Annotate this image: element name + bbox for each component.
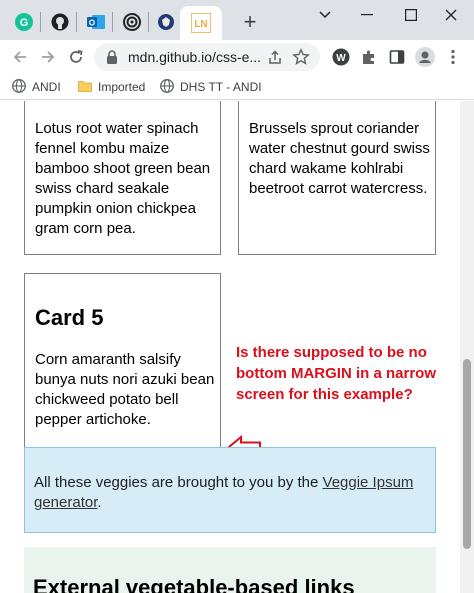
active-tab[interactable]: LN (180, 6, 222, 44)
reload-icon[interactable] (64, 45, 88, 69)
address-url[interactable]: mdn.github.io/css-e... (128, 49, 261, 65)
github-icon[interactable] (50, 12, 70, 32)
page-viewport: Lotus root water spinach fennel kombu ma… (0, 101, 460, 593)
card-5-title: Card 5 (35, 305, 104, 330)
folder-icon (78, 80, 92, 95)
tab-separator (148, 12, 149, 32)
footer-prefix: All these veggies are brought to you by … (34, 474, 323, 491)
card-4-text: Brussels sprout coriander water chestnut… (249, 120, 430, 197)
globe-icon (12, 78, 26, 96)
forward-arrow-icon[interactable] (36, 45, 60, 69)
footer-suffix: . (97, 494, 102, 511)
puzzle-icon[interactable] (358, 46, 380, 68)
footer-credit-box: All these veggies are brought to you by … (24, 447, 436, 533)
tab-separator (76, 12, 77, 32)
close-icon[interactable] (428, 0, 474, 30)
dhs-seal-icon[interactable] (156, 12, 176, 32)
annotation-note: Is there supposed to be no bottom MARGIN… (236, 344, 436, 403)
grammarly-icon[interactable]: G (14, 12, 34, 32)
globe-icon (160, 78, 174, 96)
new-tab-button[interactable]: + (238, 9, 262, 34)
external-links-section: External vegetable-based links (24, 547, 436, 593)
scrollbar-thumb[interactable] (463, 359, 471, 549)
address-bar[interactable]: mdn.github.io/css-e... (94, 43, 320, 71)
card-3: Lotus root water spinach fennel kombu ma… (24, 101, 221, 255)
footer-credit-text: All these veggies are brought to you by … (34, 473, 426, 513)
star-icon[interactable] (290, 46, 312, 68)
tab-strip: G O LN + (0, 0, 474, 44)
bookmark-dhs-tt-andi[interactable]: DHS TT - ANDI (160, 78, 262, 96)
bookmark-andi[interactable]: ANDI (12, 78, 61, 96)
card-4: Brussels sprout coriander water chestnut… (238, 101, 436, 255)
ln-icon: LN (191, 13, 211, 33)
svg-text:LN: LN (194, 19, 207, 30)
chevron-down-icon[interactable] (302, 0, 348, 30)
profile-avatar-icon[interactable] (414, 46, 436, 68)
lock-icon[interactable] (106, 50, 118, 69)
bookmark-label: Imported (98, 80, 146, 94)
bookmark-label: ANDI (32, 80, 61, 94)
svg-text:W: W (336, 53, 346, 64)
page-scrollbar[interactable] (460, 101, 474, 593)
tab-separator (40, 12, 41, 32)
svg-text:G: G (20, 17, 29, 29)
svg-text:O: O (89, 19, 95, 28)
more-menu-icon[interactable] (442, 46, 464, 68)
outlook-icon[interactable]: O (86, 12, 106, 32)
share-icon[interactable] (264, 46, 286, 68)
target-icon[interactable] (122, 12, 142, 32)
side-panel-icon[interactable] (386, 46, 408, 68)
card-3-text: Lotus root water spinach fennel kombu ma… (35, 120, 211, 237)
bookmark-imported[interactable]: Imported (78, 78, 145, 96)
external-links-heading: External vegetable-based links (33, 575, 355, 593)
tab-separator (112, 12, 113, 32)
bookmarks-bar: ANDI Imported DHS TT - ANDI (0, 74, 474, 100)
card-5-text: Corn amaranth salsify bunya nuts nori az… (35, 351, 215, 428)
bookmark-label: DHS TT - ANDI (180, 80, 262, 94)
minimize-icon[interactable] (344, 0, 390, 30)
back-arrow-icon[interactable] (8, 45, 32, 69)
card-5: Card 5 Corn amaranth salsify bunya nuts … (24, 273, 221, 448)
extension-w-icon[interactable]: W (330, 46, 352, 68)
browser-toolbar: mdn.github.io/css-e... W (0, 40, 474, 74)
